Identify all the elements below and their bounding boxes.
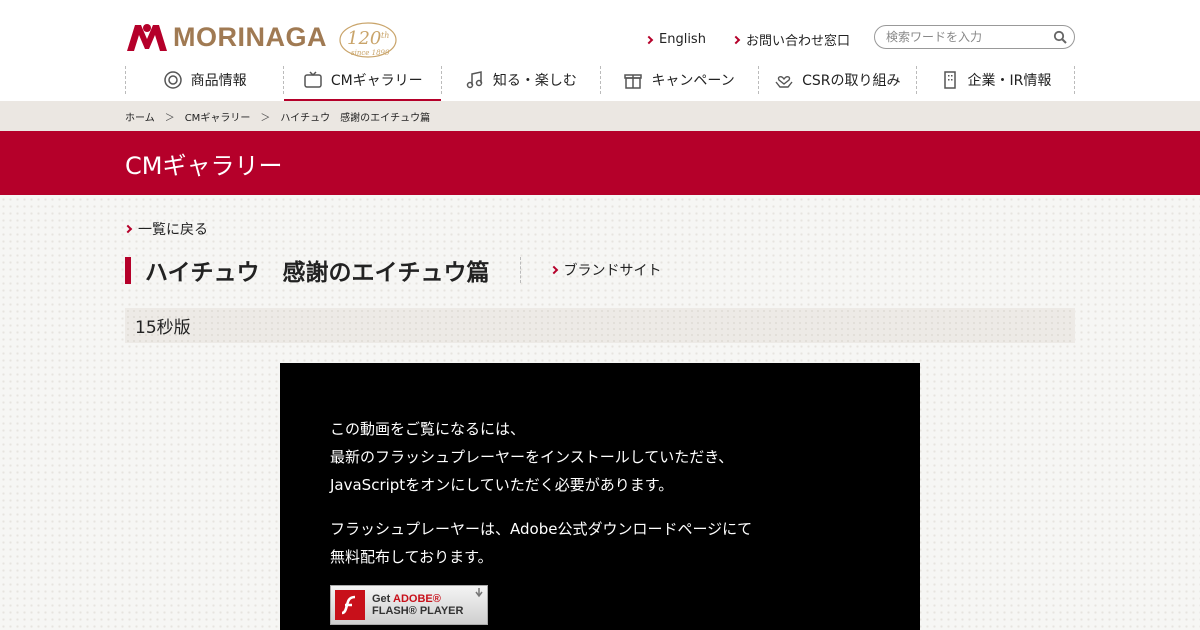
site-header: MORINAGA 120 th since 1899 English お問い合わ…	[0, 0, 1200, 101]
breadcrumb-cm-gallery[interactable]: CMギャラリー	[185, 109, 251, 124]
back-to-list-link[interactable]: 一覧に戻る	[123, 219, 208, 239]
brand-site-link[interactable]: ブランドサイト	[549, 260, 662, 280]
tv-icon	[304, 71, 322, 88]
search-input[interactable]	[886, 30, 1046, 44]
chevron-right-icon	[731, 35, 741, 44]
breadcrumb-separator: ＞	[164, 112, 175, 124]
get-flash-player-button[interactable]: Get ADOBE® FLASH® PLAYER	[330, 585, 488, 625]
search-box	[874, 25, 1075, 49]
global-nav: 商品情報 CMギャラリー 知る・楽しむ キャンペーン CSRの取り組み 企業・I…	[125, 66, 1076, 101]
divider	[519, 257, 521, 283]
video-player[interactable]: この動画をご覧になるには、 最新のフラッシュプレーヤーをインストールしていただき…	[280, 363, 920, 630]
utility-links: English お問い合わせ窓口	[644, 30, 877, 49]
nav-item-campaign[interactable]: キャンペーン	[599, 66, 758, 94]
breadcrumb: ホーム ＞ CMギャラリー ＞ ハイチュウ 感謝のエイチュウ篇	[0, 101, 1200, 131]
search-icon[interactable]	[1053, 30, 1067, 44]
gift-icon	[624, 74, 643, 89]
banner-title: CMギャラリー	[125, 151, 283, 180]
breadcrumb-current: ハイチュウ 感謝のエイチュウ篇	[280, 112, 431, 124]
english-link[interactable]: English	[644, 30, 706, 49]
nav-item-products[interactable]: 商品情報	[125, 66, 283, 94]
flash-required-message: この動画をご覧になるには、 最新のフラッシュプレーヤーをインストールしていただき…	[330, 415, 752, 587]
logo-text: MORINAGA	[173, 21, 327, 52]
nav-item-corporate-ir[interactable]: 企業・IR情報	[915, 66, 1076, 94]
product-icon	[163, 71, 182, 89]
message-paragraph-1: この動画をご覧になるには、 最新のフラッシュプレーヤーをインストールしていただき…	[330, 420, 734, 494]
breadcrumb-home[interactable]: ホーム	[125, 109, 155, 124]
angel-logo-icon	[127, 24, 167, 51]
chevron-right-icon	[549, 265, 558, 275]
heart-hands-icon	[775, 76, 793, 88]
title-accent-bar	[125, 256, 131, 284]
page-title: ハイチュウ 感謝のエイチュウ篇	[145, 260, 490, 286]
building-icon	[943, 71, 956, 89]
flash-logo-icon	[335, 590, 365, 620]
svg-text:since 1899: since 1899	[351, 49, 390, 57]
svg-text:th: th	[381, 31, 389, 40]
nav-item-csr[interactable]: CSRの取り組み	[757, 66, 916, 94]
music-note-icon	[466, 71, 483, 89]
message-paragraph-2: フラッシュプレーヤーは、Adobe公式ダウンロードページにて 無料配布しておりま…	[330, 520, 753, 566]
title-row: ハイチュウ 感謝のエイチュウ篇 ブランドサイト	[125, 253, 662, 287]
svg-text:120: 120	[347, 28, 381, 49]
chevron-right-icon	[123, 224, 133, 234]
section-heading: 15秒版	[125, 308, 1075, 343]
flash-button-text: Get ADOBE® FLASH® PLAYER	[372, 593, 464, 617]
contact-link[interactable]: お問い合わせ窓口	[731, 30, 850, 49]
breadcrumb-separator: ＞	[260, 112, 271, 124]
morinaga-logo[interactable]: MORINAGA 120 th since 1899	[125, 12, 399, 62]
download-arrow-icon	[475, 588, 483, 598]
nav-item-learn-enjoy[interactable]: 知る・楽しむ	[441, 66, 599, 94]
chevron-right-icon	[644, 35, 654, 44]
page-banner: CMギャラリー	[0, 131, 1200, 195]
anniversary-120th-mark: 120 th since 1899	[339, 22, 397, 58]
nav-item-cm-gallery[interactable]: CMギャラリー	[283, 66, 442, 101]
